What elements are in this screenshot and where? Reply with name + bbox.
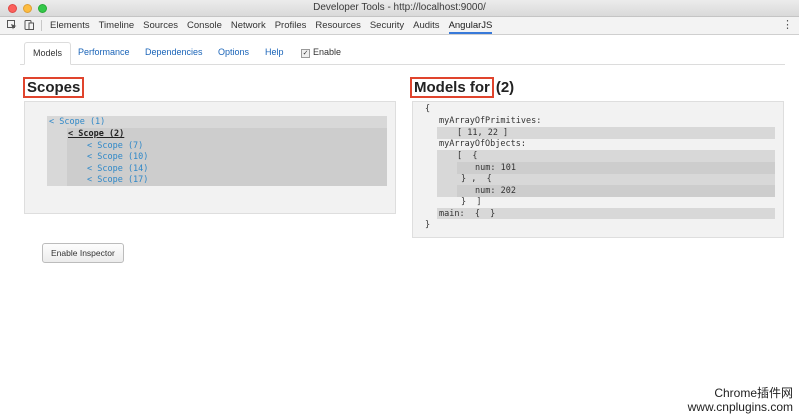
scope-item[interactable]: < Scope (17) [87,175,148,186]
scopes-heading: Scopes [23,77,85,98]
model-line: } ] [461,197,482,207]
models-panel: { myArrayOfPrimitives: [ 11, 22 ] myArra… [412,101,784,238]
window-title: Developer Tools - http://localhost:9000/ [313,2,486,13]
model-key: main: { } [439,209,496,219]
model-value: num: 101 [475,163,516,173]
tab-elements[interactable]: Elements [50,20,90,34]
tab-security[interactable]: Security [370,20,404,34]
scope-item[interactable]: < Scope (14) [87,164,148,175]
tab-resources[interactable]: Resources [315,20,360,34]
watermark-line2: www.cnplugins.com [687,400,793,414]
scope-item-selected[interactable]: < Scope (2) [68,129,124,140]
model-value: num: 202 [475,186,516,196]
model-value: [ 11, 22 ] [457,128,509,138]
enable-checkbox[interactable]: ✓ Enable [293,42,349,63]
more-options-icon[interactable]: ⋮ [782,18,793,31]
tab-help[interactable]: Help [257,42,292,63]
angular-tabs: Models Performance Dependencies Options … [20,42,785,65]
watermark-line1: Chrome插件网 [714,386,793,400]
window-titlebar: Developer Tools - http://localhost:9000/ [0,0,799,17]
scope-item[interactable]: < Scope (10) [87,152,148,163]
tab-performance[interactable]: Performance [70,42,138,63]
tab-console[interactable]: Console [187,20,222,34]
models-heading: Models for (2) [410,77,515,98]
devtools-tabs: Elements Timeline Sources Console Networ… [50,20,493,34]
scopes-title: Scopes [23,77,85,98]
tab-options[interactable]: Options [210,42,257,63]
tab-timeline[interactable]: Timeline [99,20,135,34]
enable-label: Enable [313,47,342,57]
model-key: myArrayOfObjects: [439,139,526,149]
models-scope-ref: (2) [495,79,515,96]
model-line: } [425,220,431,230]
scope-item[interactable]: < Scope (7) [87,141,143,152]
scopes-panel: < Scope (1) < Scope (2) < Scope (7) < Sc… [24,101,396,214]
model-line: { [425,104,431,114]
device-mode-icon[interactable] [24,20,34,30]
tab-audits[interactable]: Audits [413,20,439,34]
model-key: myArrayOfPrimitives: [439,116,542,126]
tab-angularjs[interactable]: AngularJS [448,20,493,34]
model-line: } , { [461,174,492,184]
tab-sources[interactable]: Sources [143,20,178,34]
enable-inspector-button[interactable]: Enable Inspector [42,243,124,263]
inspect-element-icon[interactable] [7,20,17,30]
tab-profiles[interactable]: Profiles [275,20,307,34]
tab-dependencies[interactable]: Dependencies [137,42,211,63]
tab-network[interactable]: Network [231,20,266,34]
model-line: [ { [457,151,478,161]
devtools-toolbar: Elements Timeline Sources Console Networ… [0,17,799,35]
checkmark-icon: ✓ [301,49,310,58]
toolbar-divider [41,20,42,31]
scope-item[interactable]: < Scope (1) [49,117,105,128]
tab-models[interactable]: Models [24,42,72,65]
models-title: Models for [410,77,494,98]
